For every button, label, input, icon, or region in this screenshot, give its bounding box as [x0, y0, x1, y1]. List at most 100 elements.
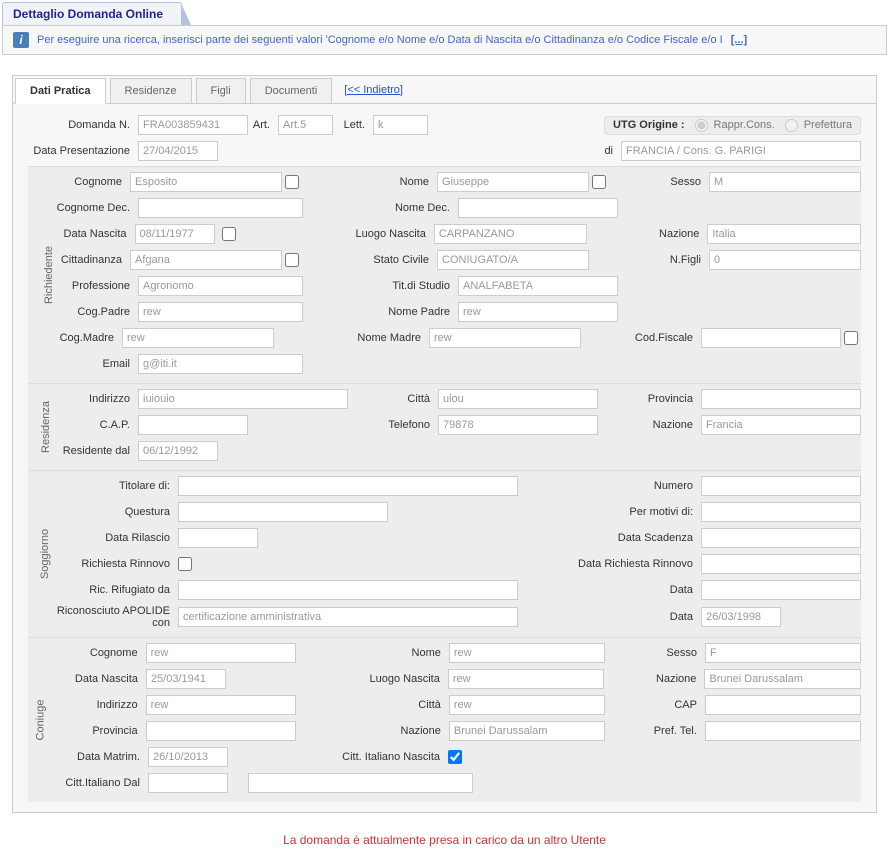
section-label-coniuge: Coniuge: [34, 700, 46, 741]
info-more-link[interactable]: [...]: [731, 34, 748, 46]
label-con-cap: CAP: [605, 699, 705, 711]
provincia-field[interactable]: [701, 389, 861, 409]
con-sesso-field[interactable]: [705, 643, 861, 663]
label-cod-fiscale: Cod.Fiscale: [601, 332, 701, 344]
numero-field[interactable]: [701, 476, 861, 496]
utg-group: UTG Origine : Rappr.Cons. Prefettura: [604, 116, 861, 135]
stato-civile-field[interactable]: [437, 250, 589, 270]
label-con-indirizzo: Indirizzo: [48, 699, 146, 711]
nome-checkbox[interactable]: [592, 175, 606, 189]
data-matrim-field[interactable]: [148, 747, 228, 767]
label-nazione: Nazione: [607, 228, 707, 240]
titolare-di-field[interactable]: [178, 476, 518, 496]
data-nascita-checkbox[interactable]: [222, 227, 236, 241]
con-luogo-nascita-field[interactable]: [448, 669, 605, 689]
di-field[interactable]: [621, 141, 861, 161]
res-nazione-field[interactable]: [701, 415, 861, 435]
label-nome-madre: Nome Madre: [339, 332, 429, 344]
label-ric-rifugiato: Ric. Rifugiato da: [48, 584, 178, 596]
residente-dal-field[interactable]: [138, 441, 218, 461]
citta-field[interactable]: [438, 389, 598, 409]
cognome-checkbox[interactable]: [285, 175, 299, 189]
con-citta-field[interactable]: [449, 695, 605, 715]
ric-rifugiato-field[interactable]: [178, 580, 518, 600]
cittadinanza-field[interactable]: [130, 250, 282, 270]
con-cap-field[interactable]: [705, 695, 861, 715]
luogo-nascita-field[interactable]: [434, 224, 588, 244]
tab-dati-pratica[interactable]: Dati Pratica: [15, 78, 106, 104]
cod-fiscale-field[interactable]: [701, 328, 841, 348]
label-data-scadenza: Data Scadenza: [551, 532, 701, 544]
tit-studio-field[interactable]: [458, 276, 618, 296]
label-n-figli: N.Figli: [609, 254, 709, 266]
sesso-field[interactable]: [709, 172, 861, 192]
cap-field[interactable]: [138, 415, 248, 435]
tabs: Dati Pratica Residenze Figli Documenti […: [13, 76, 876, 104]
radio-prefettura[interactable]: [785, 119, 798, 132]
cod-fiscale-checkbox[interactable]: [844, 331, 858, 345]
nome-dec-field[interactable]: [458, 198, 618, 218]
section-soggiorno: Soggiorno Titolare di: Numero Questura P…: [28, 470, 861, 637]
nome-padre-field[interactable]: [458, 302, 618, 322]
label-nome-padre: Nome Padre: [368, 306, 458, 318]
label-apolide-data: Data: [551, 611, 701, 623]
con-nazione-field[interactable]: [704, 669, 861, 689]
email-field[interactable]: [138, 354, 303, 374]
nazione-field[interactable]: [707, 224, 861, 244]
con-nazione2-field[interactable]: [449, 721, 605, 741]
pref-tel-field[interactable]: [705, 721, 861, 741]
con-cognome-field[interactable]: [146, 643, 296, 663]
label-res-nazione: Nazione: [601, 419, 701, 431]
cognome-dec-field[interactable]: [138, 198, 303, 218]
professione-field[interactable]: [138, 276, 303, 296]
questura-field[interactable]: [178, 502, 388, 522]
telefono-field[interactable]: [438, 415, 598, 435]
nome-madre-field[interactable]: [429, 328, 581, 348]
per-motivi-field[interactable]: [701, 502, 861, 522]
nome-field[interactable]: [437, 172, 589, 192]
citt-it-dal-extra-field[interactable]: [248, 773, 473, 793]
cittadinanza-checkbox[interactable]: [285, 253, 299, 267]
cog-padre-field[interactable]: [138, 302, 303, 322]
cog-madre-field[interactable]: [122, 328, 274, 348]
label-luogo-nascita: Luogo Nascita: [344, 228, 434, 240]
form-content: Domanda N. Art. Lett. UTG Origine : Rapp…: [13, 104, 876, 812]
label-con-nazione2: Nazione: [359, 725, 449, 737]
con-data-nascita-field[interactable]: [146, 669, 226, 689]
n-figli-field[interactable]: [709, 250, 861, 270]
data-scadenza-field[interactable]: [701, 528, 861, 548]
back-link[interactable]: [<< Indietro]: [344, 84, 403, 96]
data-rifugiato-field[interactable]: [701, 580, 861, 600]
label-provincia: Provincia: [601, 393, 701, 405]
con-indirizzo-field[interactable]: [146, 695, 296, 715]
radio-rappr[interactable]: [695, 119, 708, 132]
data-nascita-field[interactable]: [135, 224, 215, 244]
apolide-field[interactable]: [178, 607, 518, 627]
citt-it-nascita-checkbox[interactable]: [448, 750, 462, 764]
apolide-data-field[interactable]: [701, 607, 781, 627]
citt-it-dal-field[interactable]: [148, 773, 228, 793]
page-title: Dettaglio Domanda Online: [13, 7, 163, 21]
label-lett: Lett.: [333, 119, 373, 131]
label-con-luogo-nascita: Luogo Nascita: [358, 673, 448, 685]
domanda-n-field[interactable]: [138, 115, 248, 135]
label-data-rifugiato: Data: [551, 584, 701, 596]
tab-documenti[interactable]: Documenti: [250, 78, 333, 103]
section-residenza: Residenza Indirizzo Città Provincia C.A.…: [28, 383, 861, 470]
data-pres-field[interactable]: [138, 141, 218, 161]
con-nome-field[interactable]: [449, 643, 605, 663]
label-con-nazione: Nazione: [604, 673, 704, 685]
label-nome: Nome: [347, 176, 437, 188]
cognome-field[interactable]: [130, 172, 282, 192]
label-data-rilascio: Data Rilascio: [48, 532, 178, 544]
data-rilascio-field[interactable]: [178, 528, 258, 548]
richiesta-rinnovo-checkbox[interactable]: [178, 557, 192, 571]
art-field[interactable]: [278, 115, 333, 135]
data-rich-rinnovo-field[interactable]: [701, 554, 861, 574]
tab-residenze[interactable]: Residenze: [110, 78, 192, 103]
label-questura: Questura: [48, 506, 178, 518]
lett-field[interactable]: [373, 115, 428, 135]
con-provincia-field[interactable]: [146, 721, 296, 741]
tab-figli[interactable]: Figli: [196, 78, 246, 103]
indirizzo-field[interactable]: [138, 389, 348, 409]
